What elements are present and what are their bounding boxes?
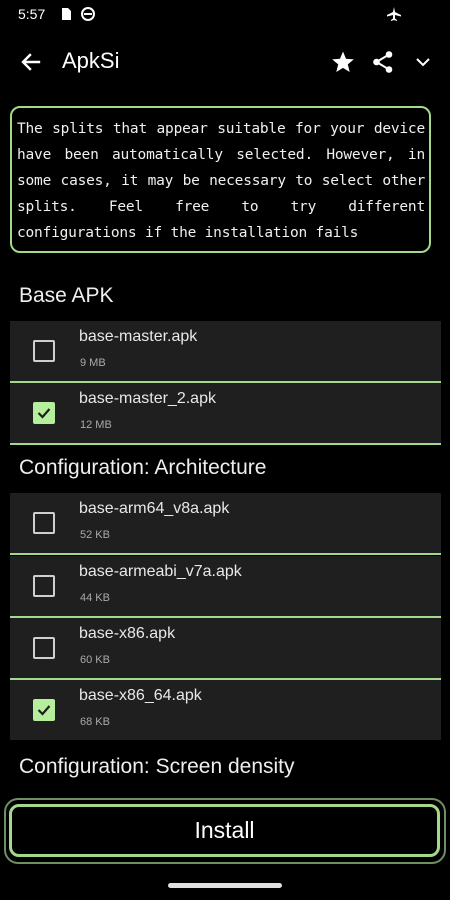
- checkbox[interactable]: [33, 575, 55, 597]
- app-title: ApkSi: [62, 48, 120, 73]
- split-size: 68 KB: [80, 716, 110, 728]
- split-size: 12 MB: [80, 419, 112, 431]
- checkbox-checked[interactable]: [33, 699, 55, 721]
- share-icon[interactable]: [370, 49, 396, 75]
- split-row[interactable]: base-master.apk 9 MB: [10, 321, 441, 383]
- checkmark-icon: [37, 408, 51, 419]
- split-row[interactable]: base-x86_64.apk 68 KB: [10, 680, 441, 740]
- checkbox-checked[interactable]: [33, 402, 55, 424]
- checkbox[interactable]: [33, 637, 55, 659]
- sd-card-icon: [58, 6, 74, 22]
- airplane-icon: [386, 6, 402, 22]
- checkbox[interactable]: [33, 512, 55, 534]
- section-title-density: Configuration: Screen density: [19, 755, 295, 778]
- split-row[interactable]: base-x86.apk 60 KB: [10, 618, 441, 680]
- install-button[interactable]: Install: [9, 804, 440, 857]
- section-title-architecture: Configuration: Architecture: [19, 456, 267, 479]
- status-bar: 5:57: [0, 0, 450, 30]
- split-size: 44 KB: [80, 592, 110, 604]
- split-name: base-arm64_v8a.apk: [79, 500, 230, 517]
- divider: [10, 443, 441, 445]
- split-size: 52 KB: [80, 529, 110, 541]
- vpn-icon: [80, 6, 96, 22]
- split-row[interactable]: base-master_2.apk 12 MB: [10, 383, 441, 445]
- status-time: 5:57: [18, 6, 46, 22]
- section-title-base: Base APK: [19, 284, 114, 307]
- split-name: base-master.apk: [79, 328, 198, 345]
- split-size: 9 MB: [80, 357, 106, 369]
- gesture-nav-handle[interactable]: [168, 883, 282, 888]
- split-name: base-master_2.apk: [79, 390, 216, 407]
- divider: [10, 553, 441, 555]
- split-row[interactable]: base-armeabi_v7a.apk 44 KB: [10, 556, 441, 618]
- back-arrow-icon[interactable]: [18, 49, 44, 75]
- app-bar: ApkSi: [0, 36, 450, 88]
- checkmark-icon: [37, 705, 51, 716]
- split-name: base-x86.apk: [79, 625, 176, 642]
- split-row[interactable]: base-arm64_v8a.apk 52 KB: [10, 493, 441, 555]
- split-size: 60 KB: [80, 654, 110, 666]
- split-name: base-x86_64.apk: [79, 687, 202, 704]
- checkbox[interactable]: [33, 340, 55, 362]
- info-message: The splits that appear suitable for your…: [10, 106, 431, 253]
- split-name: base-armeabi_v7a.apk: [79, 563, 242, 580]
- chevron-down-icon[interactable]: [410, 49, 436, 75]
- star-icon[interactable]: [330, 49, 356, 75]
